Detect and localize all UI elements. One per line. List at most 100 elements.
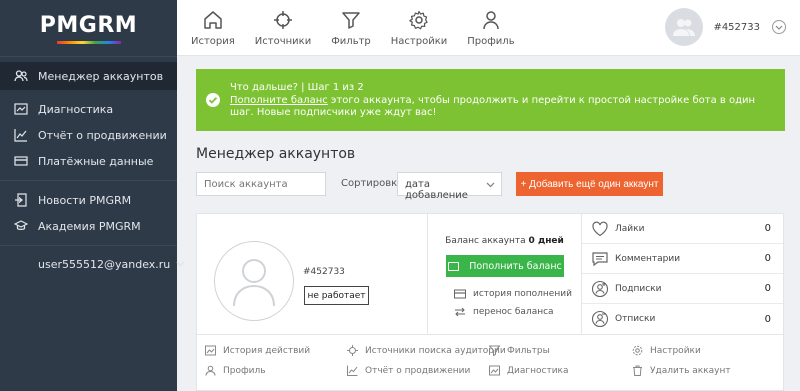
- topup-label: Пополнить баланс: [469, 260, 562, 272]
- person-icon: [480, 9, 502, 31]
- stat-comments: Комментарии 0: [582, 244, 783, 274]
- topnav-history[interactable]: История: [191, 0, 235, 56]
- account-card: #452733 не работает Баланс аккаунта 0 дн…: [196, 213, 784, 391]
- profile-link[interactable]: Профиль: [205, 365, 266, 376]
- graduation-icon: [14, 219, 28, 233]
- stats-panel: Лайки 0 Комментарии 0 Подписки 0 Отписки…: [582, 214, 783, 334]
- topnav-profile[interactable]: Профиль: [467, 0, 515, 56]
- stat-unfollows: Отписки 0: [582, 304, 783, 334]
- topup-history-link[interactable]: история пополнений: [454, 289, 572, 299]
- top-navigation: История Источники Фильтр Настройки Профи…: [191, 0, 535, 56]
- balance-text: Баланс аккаунта 0 дней: [445, 236, 564, 246]
- divider: [0, 180, 177, 181]
- users-icon: [673, 19, 696, 36]
- sidebar-item-label: Новости PMGRM: [38, 193, 132, 207]
- avatar: [214, 241, 294, 321]
- divider: [0, 56, 177, 57]
- account-id: #452733: [303, 267, 345, 277]
- heart-icon: [591, 220, 609, 238]
- settings-link[interactable]: Настройки: [632, 345, 701, 356]
- user-email-dropdown[interactable]: user555512@yandex.ru: [0, 252, 185, 276]
- logo[interactable]: PMGRM: [0, 0, 177, 56]
- add-account-button[interactable]: + Добавить ещё один аккаунт: [516, 172, 663, 196]
- account-actions: История действий Источники поиска аудито…: [197, 334, 783, 391]
- chevron-down-icon[interactable]: [772, 20, 786, 34]
- balance-value: 0 дней: [528, 236, 564, 246]
- sidebar-item-label: Платёжные данные: [38, 154, 154, 168]
- card-icon: [454, 289, 466, 299]
- onboarding-alert: Что дальше? | Шаг 1 из 2 Пополните балан…: [196, 69, 785, 131]
- profile-id: #452733: [713, 21, 760, 33]
- trend-icon: [347, 365, 358, 376]
- sidebar-item-account-manager[interactable]: Менеджер аккаунтов: [0, 62, 177, 90]
- sort-value: дата добавление: [405, 179, 468, 201]
- balance-transfer-link[interactable]: перенос баланса: [454, 307, 554, 317]
- sidebar-item-news[interactable]: Новости PMGRM: [0, 187, 177, 213]
- topnav-label: Источники: [254, 36, 312, 47]
- search-input[interactable]: [196, 172, 326, 196]
- sidebar-item-report[interactable]: Отчёт о продвижении: [0, 122, 177, 148]
- gear-icon: [408, 9, 430, 31]
- crosshair-icon: [347, 345, 358, 356]
- sources-link[interactable]: Источники поиска аудитории: [347, 345, 506, 356]
- user-minus-icon: [591, 310, 609, 328]
- topnav-settings[interactable]: Настройки: [391, 0, 447, 56]
- divider: [0, 245, 177, 246]
- delete-account-link[interactable]: Удалить аккаунт: [632, 365, 731, 376]
- sort-label: Сортировка: [341, 178, 404, 189]
- chart-box-icon: [205, 345, 216, 356]
- sidebar-item-label: Менеджер аккаунтов: [38, 69, 164, 83]
- sidebar-item-diagnostics[interactable]: Диагностика: [0, 96, 177, 122]
- filter-icon: [340, 9, 362, 31]
- topnav-label: Фильтр: [331, 36, 371, 47]
- avatar[interactable]: [665, 8, 704, 46]
- alert-body: Пополните баланс этого аккаунта, чтобы п…: [230, 95, 771, 120]
- topup-button[interactable]: Пополнить баланс: [446, 255, 564, 277]
- diagnostics-link[interactable]: Диагностика: [489, 365, 569, 376]
- trash-icon: [632, 365, 643, 376]
- account-info: #452733 не работает: [197, 214, 427, 334]
- card-icon: [14, 154, 28, 168]
- filters-link[interactable]: Фильтры: [489, 345, 550, 356]
- stat-follows: Подписки 0: [582, 274, 783, 304]
- report-link[interactable]: Отчёт о продвижении: [347, 365, 470, 376]
- transfer-icon: [454, 307, 466, 317]
- sidebar-item-label: Диагностика: [38, 102, 114, 116]
- sidebar-item-payment[interactable]: Платёжные данные: [0, 148, 177, 174]
- news-icon: [14, 193, 28, 207]
- user-plus-icon: [591, 280, 609, 298]
- check-circle-icon: [206, 93, 220, 107]
- page-title: Менеджер аккаунтов: [196, 146, 356, 162]
- status-badge: не работает: [304, 286, 369, 305]
- topnav-sources[interactable]: Источники: [255, 0, 311, 56]
- crosshair-icon: [272, 9, 294, 31]
- filter-icon: [489, 345, 500, 356]
- sidebar-item-academy[interactable]: Академия PMGRM: [0, 213, 177, 239]
- topnav-label: Настройки: [390, 36, 448, 47]
- chart-box-icon: [14, 102, 28, 116]
- history-link[interactable]: История действий: [205, 345, 310, 356]
- topnav-label: Профиль: [467, 36, 515, 47]
- topnav-label: История: [191, 36, 235, 47]
- topnav-filter[interactable]: Фильтр: [331, 0, 371, 56]
- wallet-icon: [448, 261, 460, 271]
- gear-icon: [632, 345, 643, 356]
- balance-panel: Баланс аккаунта 0 дней Пополнить баланс …: [427, 214, 582, 334]
- chevron-down-icon: [176, 261, 185, 267]
- topup-link[interactable]: Пополните баланс: [230, 95, 328, 106]
- comment-icon: [591, 250, 609, 268]
- sort-select[interactable]: дата добавление: [397, 172, 502, 201]
- topbar: История Источники Фильтр Настройки Профи…: [177, 0, 800, 56]
- person-icon: [205, 365, 216, 376]
- profile-menu[interactable]: #452733: [665, 8, 786, 46]
- person-icon: [233, 259, 275, 307]
- chart-box-icon: [489, 365, 500, 376]
- sidebar-item-label: Академия PMGRM: [38, 219, 141, 233]
- sidebar-item-label: Отчёт о продвижении: [38, 128, 167, 142]
- trend-icon: [14, 128, 28, 142]
- alert-heading: Что дальше? | Шаг 1 из 2: [230, 82, 364, 93]
- logo-text: PMGRM: [39, 12, 138, 38]
- sidebar: PMGRM Менеджер аккаунтов Диагностика Отч…: [0, 0, 185, 391]
- chevron-down-icon: [486, 179, 495, 188]
- stat-likes: Лайки 0: [582, 214, 783, 244]
